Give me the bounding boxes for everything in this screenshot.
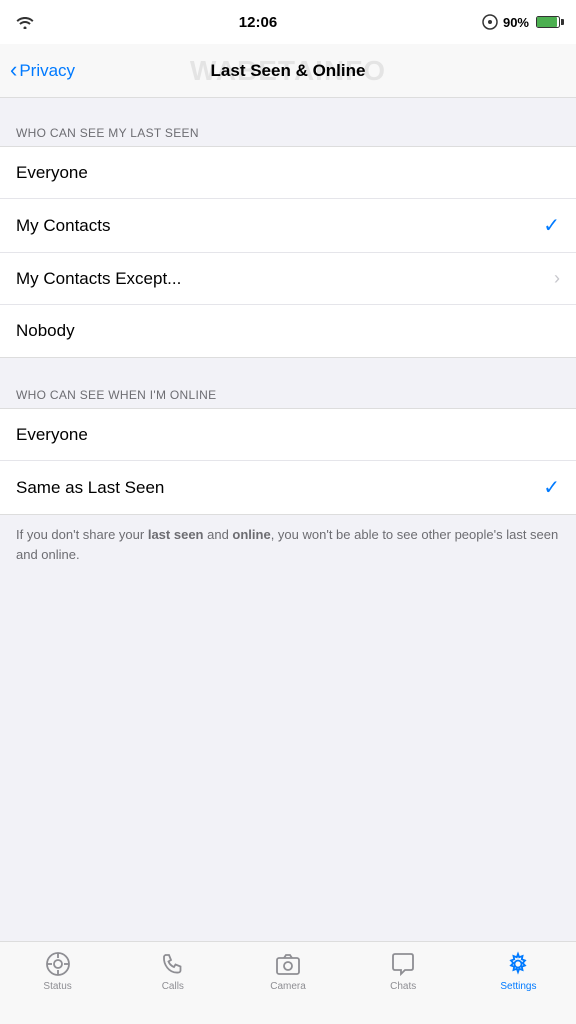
camera-icon xyxy=(274,950,302,978)
list-item-nobody-last[interactable]: Nobody xyxy=(0,305,576,357)
contacts-except-last-label: My Contacts Except... xyxy=(16,269,181,289)
tab-calls-label: Calls xyxy=(162,981,184,992)
last-seen-section-header: WHO CAN SEE MY LAST SEEN xyxy=(0,118,576,146)
calls-icon xyxy=(159,950,187,978)
chats-icon xyxy=(389,950,417,978)
tab-chats[interactable]: Chats xyxy=(346,950,461,992)
list-item-same-as-last-seen[interactable]: Same as Last Seen ✓ xyxy=(0,461,576,514)
list-item-everyone-last[interactable]: Everyone xyxy=(0,147,576,199)
last-seen-section: WHO CAN SEE MY LAST SEEN Everyone My Con… xyxy=(0,118,576,358)
everyone-online-label: Everyone xyxy=(16,425,88,445)
my-contacts-last-check: ✓ xyxy=(543,213,560,238)
list-item-contacts-except-last[interactable]: My Contacts Except... › xyxy=(0,253,576,305)
tab-settings[interactable]: Settings xyxy=(461,950,576,992)
battery-fill xyxy=(537,17,557,27)
last-seen-items: Everyone My Contacts ✓ My Contacts Excep… xyxy=(0,146,576,358)
status-time: 12:06 xyxy=(239,14,277,31)
online-section-header: WHO CAN SEE WHEN I'M ONLINE xyxy=(0,380,576,408)
battery-icon xyxy=(536,16,560,28)
nobody-last-label: Nobody xyxy=(16,321,75,341)
wifi-icon xyxy=(16,16,34,29)
list-item-everyone-online[interactable]: Everyone xyxy=(0,409,576,461)
same-as-last-seen-label: Same as Last Seen xyxy=(16,478,164,498)
back-button[interactable]: ‹ Privacy xyxy=(10,60,75,81)
info-text: If you don't share your last seen and on… xyxy=(0,515,576,574)
tab-settings-label: Settings xyxy=(500,981,536,992)
location-icon xyxy=(482,14,498,30)
nav-title: Last Seen & Online xyxy=(211,61,366,81)
section-gap-1 xyxy=(0,358,576,380)
tab-chats-label: Chats xyxy=(390,981,416,992)
tab-camera[interactable]: Camera xyxy=(230,950,345,992)
content-area: WHO CAN SEE MY LAST SEEN Everyone My Con… xyxy=(0,98,576,941)
tab-status-label: Status xyxy=(43,981,71,992)
same-as-last-seen-check: ✓ xyxy=(543,475,560,500)
tab-bar: Status Calls Camera Chats Settings xyxy=(0,941,576,1024)
contacts-except-chevron-icon: › xyxy=(554,268,560,289)
status-bar-right: 90% xyxy=(482,14,560,30)
status-icon xyxy=(44,950,72,978)
status-bar: 12:06 90% xyxy=(0,0,576,44)
everyone-last-label: Everyone xyxy=(16,163,88,183)
list-item-my-contacts-last[interactable]: My Contacts ✓ xyxy=(0,199,576,253)
tab-camera-label: Camera xyxy=(270,981,306,992)
settings-icon xyxy=(504,950,532,978)
battery-percent: 90% xyxy=(503,15,529,30)
nav-bar: ‹ Privacy Last Seen & Online WABETAINFO xyxy=(0,44,576,98)
online-section: WHO CAN SEE WHEN I'M ONLINE Everyone Sam… xyxy=(0,380,576,515)
tab-status[interactable]: Status xyxy=(0,950,115,992)
status-bar-left xyxy=(16,16,34,29)
online-items: Everyone Same as Last Seen ✓ xyxy=(0,408,576,515)
tab-calls[interactable]: Calls xyxy=(115,950,230,992)
back-label: Privacy xyxy=(19,61,75,81)
back-chevron-icon: ‹ xyxy=(10,59,17,81)
my-contacts-last-label: My Contacts xyxy=(16,216,110,236)
